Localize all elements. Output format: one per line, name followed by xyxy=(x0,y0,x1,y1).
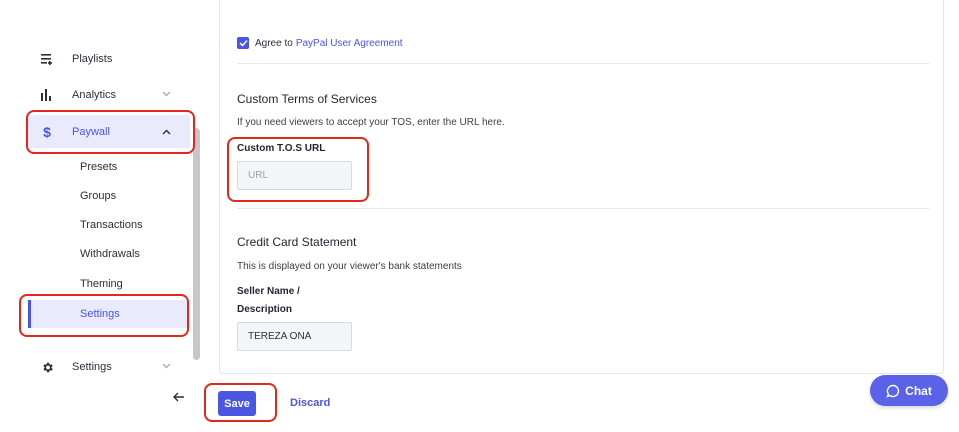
seller-name-input[interactable] xyxy=(237,322,352,351)
discard-button[interactable]: Discard xyxy=(290,397,330,409)
sidebar-item-label: Analytics xyxy=(72,89,117,101)
agreement-text: Agree to xyxy=(255,37,293,49)
tos-url-label: Custom T.O.S URL xyxy=(237,143,326,154)
sidebar-subitem-label: Theming xyxy=(80,278,123,290)
sidebar-item-settings[interactable]: Settings xyxy=(28,352,190,382)
sidebar-subitem-settings[interactable]: Settings xyxy=(28,300,190,328)
dollar-icon: $ xyxy=(43,123,51,140)
analytics-icon xyxy=(40,88,54,102)
seller-name-label-line2: Description xyxy=(237,304,293,315)
statement-section-title: Credit Card Statement xyxy=(237,235,357,249)
sidebar-subitem-label: Settings xyxy=(80,308,120,320)
check-icon xyxy=(238,39,248,47)
settings-card: Agree to PayPal User Agreement Custom Te… xyxy=(219,0,944,374)
sidebar-item-label: Playlists xyxy=(72,53,113,65)
chat-button[interactable]: Chat xyxy=(870,375,948,406)
sidebar: Playlists Analytics $ Paywall Presets Gr… xyxy=(0,0,200,432)
playlist-icon xyxy=(40,52,54,66)
sidebar-subitem-withdrawals[interactable]: Withdrawals xyxy=(28,240,190,268)
sidebar-subitem-label: Transactions xyxy=(80,219,143,231)
sidebar-item-label: Settings xyxy=(72,361,112,373)
tos-section-title: Custom Terms of Services xyxy=(237,92,377,106)
save-button[interactable]: Save xyxy=(218,391,256,416)
sidebar-subitem-theming[interactable]: Theming xyxy=(28,270,190,298)
sidebar-subitem-label: Presets xyxy=(80,161,118,173)
statement-section-description: This is displayed on your viewer's bank … xyxy=(237,261,462,272)
chat-bubble-icon xyxy=(886,384,900,398)
agreement-checkbox[interactable] xyxy=(237,37,249,49)
chevron-down-icon xyxy=(160,88,172,100)
sidebar-item-analytics[interactable]: Analytics xyxy=(28,80,190,110)
sidebar-item-playlists[interactable]: Playlists xyxy=(28,44,190,74)
chevron-down-icon xyxy=(160,360,172,372)
chevron-up-icon xyxy=(160,126,172,138)
agreement-row: Agree to PayPal User Agreement xyxy=(237,37,403,49)
chat-label: Chat xyxy=(905,383,932,398)
sidebar-item-label: Paywall xyxy=(72,125,110,138)
arrow-left-icon[interactable] xyxy=(172,390,186,404)
tos-url-input[interactable] xyxy=(237,161,352,190)
sidebar-subitem-groups[interactable]: Groups xyxy=(28,182,190,210)
sidebar-subitem-presets[interactable]: Presets xyxy=(28,153,190,181)
sidebar-subitem-label: Groups xyxy=(80,190,117,202)
divider xyxy=(237,63,929,64)
gear-icon xyxy=(40,360,54,374)
divider xyxy=(237,208,929,209)
sidebar-subitem-transactions[interactable]: Transactions xyxy=(28,211,190,239)
sidebar-subitem-label: Withdrawals xyxy=(80,248,140,260)
sidebar-item-paywall[interactable]: $ Paywall xyxy=(28,115,190,148)
main-content: Agree to PayPal User Agreement Custom Te… xyxy=(200,0,959,432)
paypal-agreement-link[interactable]: PayPal User Agreement xyxy=(296,38,403,49)
seller-name-label-line1: Seller Name / xyxy=(237,286,300,297)
sidebar-scrollbar[interactable] xyxy=(193,128,200,360)
tos-section-description: If you need viewers to accept your TOS, … xyxy=(237,117,505,128)
